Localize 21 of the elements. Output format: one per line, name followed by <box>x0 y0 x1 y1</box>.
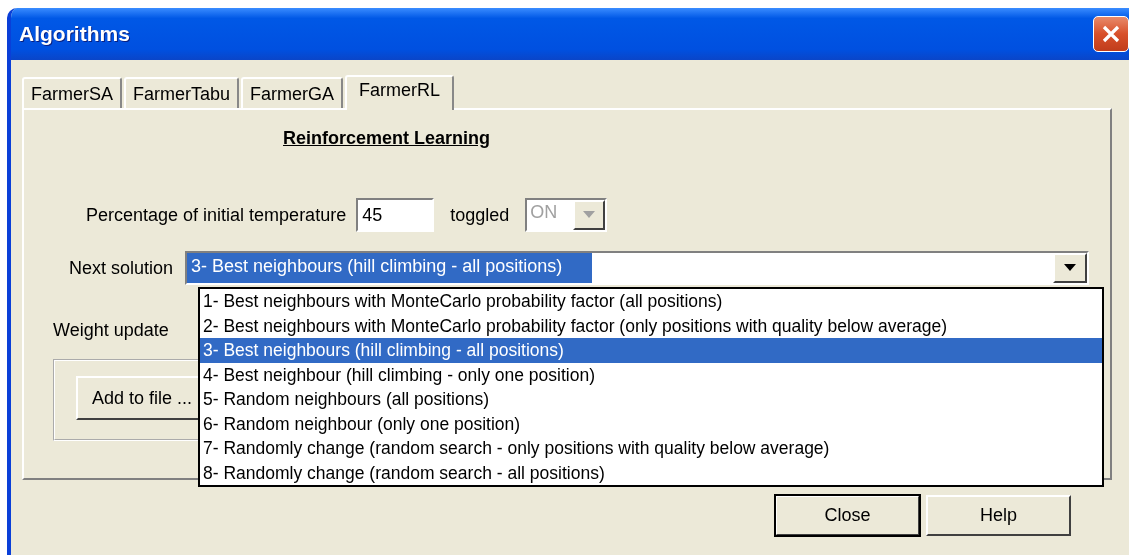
dropdown-option[interactable]: 2- Best neighbours with MonteCarlo probability factor (only positions with quality below average) <box>200 313 1102 338</box>
tab[interactable]: FarmerRL <box>345 75 455 110</box>
section-heading: Reinforcement Learning <box>282 128 491 149</box>
field-label: Next solution <box>69 257 174 279</box>
tab[interactable]: FarmerSA <box>22 77 122 108</box>
close-button[interactable] <box>1093 16 1129 52</box>
dialog-button[interactable]: Help <box>926 495 1071 536</box>
dropdown-option[interactable]: 8- Randomly change (random search - all positions) <box>200 460 1102 485</box>
dropdown-option[interactable]: 1- Best neighbours with MonteCarlo probability factor (all positions) <box>200 289 1102 314</box>
next-solution-dropdown[interactable]: 3- Best neighbours (hill climbing - all positions) <box>185 251 1090 285</box>
field-label: toggled <box>450 204 510 226</box>
tab[interactable]: FarmerGA <box>241 77 344 108</box>
field-label: Weight update <box>53 319 169 341</box>
dialog-button[interactable]: Close <box>775 495 920 536</box>
temperature-field[interactable]: 45 <box>356 198 435 232</box>
field-label: Percentage of initial temperature <box>86 204 347 226</box>
dropdown-option[interactable]: 7- Randomly change (random search - only positions with quality below average) <box>200 436 1102 461</box>
window-title: Algorithms <box>19 22 130 46</box>
close-icon <box>1100 23 1122 45</box>
dropdown-option[interactable]: 3- Best neighbours (hill climbing - all positions) <box>200 338 1102 363</box>
tab[interactable]: FarmerTabu <box>124 77 240 108</box>
